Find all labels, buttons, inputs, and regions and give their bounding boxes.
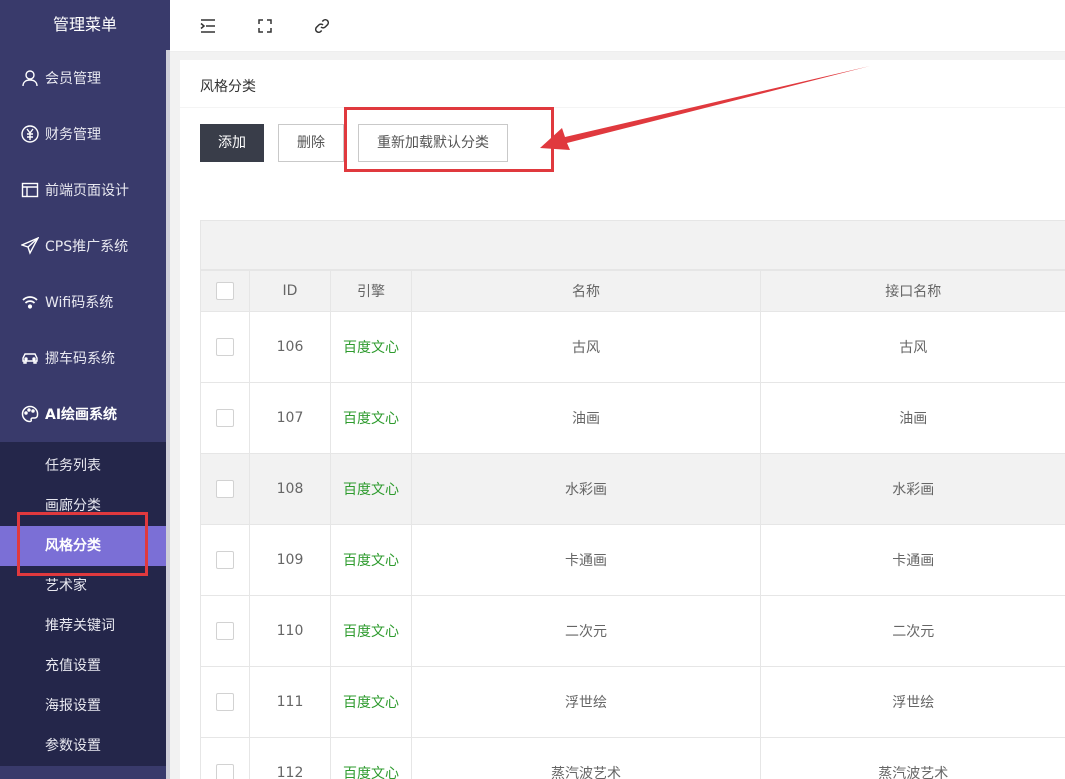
row-checkbox[interactable]: [216, 622, 234, 640]
cell-engine: 百度文心: [330, 382, 412, 454]
main-card: 风格分类 添加 删除 重新加载默认分类 ID 引擎 名称 接口名称 106 百度…: [180, 60, 1065, 779]
sub-item-recharge-settings[interactable]: 充值设置: [0, 646, 170, 686]
send-icon: [20, 236, 40, 256]
layout-icon: [20, 180, 40, 200]
cell-engine: 百度文心: [330, 453, 412, 525]
cell-name: 油画: [411, 382, 761, 454]
sub-item-task-list[interactable]: 任务列表: [0, 446, 170, 486]
top-header: [170, 0, 1065, 52]
sidebar-item-members[interactable]: 会员管理: [0, 50, 170, 106]
row-checkbox[interactable]: [216, 693, 234, 711]
select-all-checkbox[interactable]: [216, 282, 234, 300]
yen-icon: [20, 124, 40, 144]
sidebar-item-cps[interactable]: CPS推广系统: [0, 218, 170, 274]
row-checkbox-cell: [200, 737, 250, 779]
sidebar-item-wifi[interactable]: Wifi码系统: [0, 274, 170, 330]
cell-name: 古风: [411, 311, 761, 383]
cell-engine: 百度文心: [330, 737, 412, 779]
column-header-engine[interactable]: 引擎: [330, 270, 412, 312]
sub-item-poster-settings[interactable]: 海报设置: [0, 686, 170, 726]
table-row[interactable]: 108 百度文心 水彩画 水彩画: [200, 453, 1065, 525]
sidebar-item-label: Wifi码系统: [45, 295, 114, 311]
page-title: 风格分类: [180, 60, 1065, 108]
row-checkbox[interactable]: [216, 338, 234, 356]
cell-id: 106: [249, 311, 331, 383]
cell-id: 112: [249, 737, 331, 779]
row-checkbox-cell: [200, 595, 250, 667]
row-checkbox-cell: [200, 382, 250, 454]
sidebar-item-label: 挪车码系统: [45, 351, 115, 367]
cell-api-name: 蒸汽波艺术: [760, 737, 1065, 779]
row-checkbox-cell: [200, 666, 250, 738]
cell-id: 110: [249, 595, 331, 667]
style-category-table: ID 引擎 名称 接口名称 106 百度文心 古风 古风 107 百度文心 油画…: [200, 220, 1065, 779]
table-row[interactable]: 109 百度文心 卡通画 卡通画: [200, 524, 1065, 596]
cell-api-name: 古风: [760, 311, 1065, 383]
cell-id: 109: [249, 524, 331, 596]
add-button[interactable]: 添加: [200, 124, 264, 162]
delete-button[interactable]: 删除: [278, 124, 344, 162]
sub-item-parameter-settings[interactable]: 参数设置: [0, 726, 170, 766]
cell-id: 107: [249, 382, 331, 454]
palette-icon: [20, 404, 40, 424]
ai-painting-submenu: 任务列表 画廊分类 风格分类 艺术家 推荐关键词 充值设置 海报设置 参数设置: [0, 442, 170, 766]
sidebar-item-label: AI绘画系统: [45, 407, 118, 423]
cell-name: 水彩画: [411, 453, 761, 525]
cell-api-name: 油画: [760, 382, 1065, 454]
cell-api-name: 卡通画: [760, 524, 1065, 596]
sidebar-scrollbar-track[interactable]: [166, 50, 170, 779]
table-row[interactable]: 110 百度文心 二次元 二次元: [200, 595, 1065, 667]
car-icon: [20, 348, 40, 368]
row-checkbox[interactable]: [216, 551, 234, 569]
cell-api-name: 浮世绘: [760, 666, 1065, 738]
row-checkbox-cell: [200, 524, 250, 596]
annotation-box-reload-button: [344, 107, 554, 172]
sidebar-item-label: CPS推广系统: [45, 239, 129, 255]
table-row[interactable]: 112 百度文心 蒸汽波艺术 蒸汽波艺术: [200, 737, 1065, 779]
cell-engine: 百度文心: [330, 666, 412, 738]
sidebar-item-label: 财务管理: [45, 127, 101, 143]
cell-engine: 百度文心: [330, 311, 412, 383]
cell-id: 108: [249, 453, 331, 525]
cell-name: 二次元: [411, 595, 761, 667]
table-row[interactable]: 106 百度文心 古风 古风: [200, 311, 1065, 383]
sidebar-item-label: 会员管理: [45, 71, 101, 87]
row-checkbox-cell: [200, 311, 250, 383]
table-row[interactable]: 107 百度文心 油画 油画: [200, 382, 1065, 454]
cell-api-name: 二次元: [760, 595, 1065, 667]
cell-id: 111: [249, 666, 331, 738]
annotation-box-style-category: [17, 512, 148, 576]
column-header-api-name[interactable]: 接口名称: [760, 270, 1065, 312]
sidebar-item-car[interactable]: 挪车码系统: [0, 330, 170, 386]
fullscreen-icon[interactable]: [255, 16, 275, 36]
cell-name: 蒸汽波艺术: [411, 737, 761, 779]
table-toolbar: [200, 220, 1065, 270]
table-header-row: ID 引擎 名称 接口名称: [200, 270, 1065, 312]
select-all-cell: [200, 270, 250, 312]
column-header-name[interactable]: 名称: [411, 270, 761, 312]
sidebar: 管理菜单 会员管理 财务管理 前端页面设计 CPS推广系统 Wifi码系统 挪车…: [0, 0, 170, 779]
cell-name: 浮世绘: [411, 666, 761, 738]
table-row[interactable]: 111 百度文心 浮世绘 浮世绘: [200, 666, 1065, 738]
cell-api-name: 水彩画: [760, 453, 1065, 525]
sub-item-keywords[interactable]: 推荐关键词: [0, 606, 170, 646]
sidebar-item-label: 前端页面设计: [45, 183, 129, 199]
link-icon[interactable]: [312, 16, 332, 36]
column-header-id[interactable]: ID: [249, 270, 331, 312]
sidebar-title: 管理菜单: [52, 15, 117, 34]
cell-engine: 百度文心: [330, 524, 412, 596]
fold-menu-icon[interactable]: [198, 16, 218, 36]
sidebar-item-frontend-design[interactable]: 前端页面设计: [0, 162, 170, 218]
cell-name: 卡通画: [411, 524, 761, 596]
row-checkbox[interactable]: [216, 409, 234, 427]
sidebar-item-ai-painting[interactable]: AI绘画系统: [0, 386, 170, 442]
row-checkbox[interactable]: [216, 764, 234, 779]
wifi-icon: [20, 292, 40, 312]
sidebar-item-finance[interactable]: 财务管理: [0, 106, 170, 162]
row-checkbox[interactable]: [216, 480, 234, 498]
user-icon: [20, 68, 40, 88]
row-checkbox-cell: [200, 453, 250, 525]
cell-engine: 百度文心: [330, 595, 412, 667]
